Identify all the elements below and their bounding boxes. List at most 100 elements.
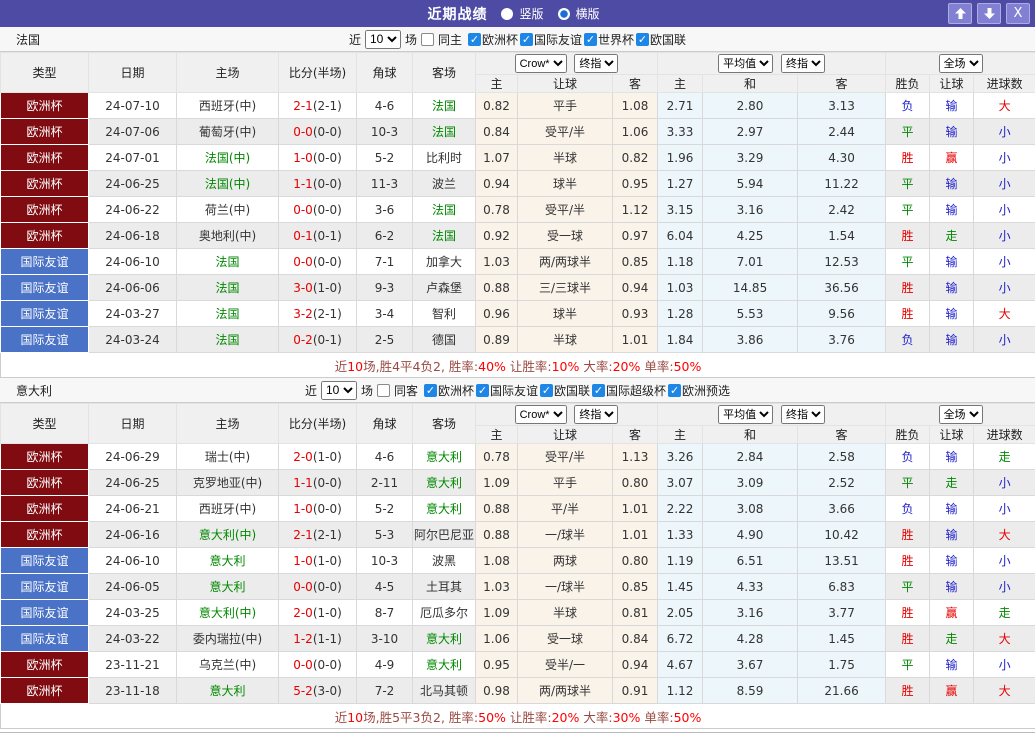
recent-count-select[interactable]: 10	[321, 381, 357, 400]
close-button[interactable]: X	[1006, 3, 1030, 24]
away-handicap-odds: 0.80	[613, 548, 658, 574]
competition-checkbox[interactable]: ✓	[584, 33, 597, 46]
vertical-layout-label[interactable]: 竖版	[519, 5, 543, 22]
result-goals: 小	[974, 327, 1035, 353]
avg-home-odds: 1.96	[658, 145, 703, 171]
home-team: 法国	[177, 301, 279, 327]
result-winlose: 平	[886, 652, 930, 678]
result-scope-select[interactable]: 全场	[939, 54, 983, 73]
odds-time-select[interactable]: 终指	[574, 405, 618, 424]
same-venue-label[interactable]: 同主	[438, 31, 462, 48]
same-venue-checkbox[interactable]	[421, 33, 434, 46]
filter-bar: 法国 近 10 场 同主 ✓欧洲杯✓国际友谊✓世界杯✓欧国联	[0, 27, 1035, 52]
competition-label[interactable]: 欧洲杯	[438, 382, 474, 399]
competition-filter[interactable]: ✓国际友谊	[520, 31, 582, 48]
result-winlose: 胜	[886, 600, 930, 626]
horizontal-layout-radio[interactable]	[558, 8, 570, 20]
move-up-button[interactable]	[948, 3, 972, 24]
home-team: 法国	[177, 249, 279, 275]
move-down-button[interactable]	[977, 3, 1001, 24]
same-venue-checkbox[interactable]	[377, 384, 390, 397]
col-avg-home: 主	[658, 426, 703, 444]
result-goals: 小	[974, 197, 1035, 223]
competition-label[interactable]: 欧国联	[554, 382, 590, 399]
odds-time-select[interactable]: 终指	[574, 54, 618, 73]
avg-away-odds: 6.83	[798, 574, 886, 600]
titlebar: 近期战绩 竖版 横版 X	[0, 0, 1035, 27]
summary-value: 10	[347, 710, 363, 725]
away-handicap-odds: 0.84	[613, 626, 658, 652]
competition-checkbox[interactable]: ✓	[468, 33, 481, 46]
competition-checkbox[interactable]: ✓	[424, 384, 437, 397]
avg-draw-odds: 5.94	[703, 171, 798, 197]
table-row: 国际友谊 24-03-27 法国 3-2(2-1) 3-4 智利 0.96 球半…	[1, 301, 1035, 327]
competition-filter[interactable]: ✓欧国联	[540, 382, 590, 399]
competition-label[interactable]: 欧国联	[650, 31, 686, 48]
table-row: 欧洲杯 24-07-06 葡萄牙(中) 0-0(0-0) 10-3 法国 0.8…	[1, 119, 1035, 145]
corner-score: 3-10	[357, 626, 413, 652]
home-team: 意大利(中)	[177, 600, 279, 626]
result-handicap: 输	[930, 496, 974, 522]
odds-source-select[interactable]: Crow*	[515, 54, 567, 73]
competition-filter[interactable]: ✓世界杯	[584, 31, 634, 48]
competition-checkbox[interactable]: ✓	[668, 384, 681, 397]
competition-checkbox[interactable]: ✓	[592, 384, 605, 397]
result-handicap: 输	[930, 652, 974, 678]
horizontal-layout-label[interactable]: 横版	[576, 5, 600, 22]
result-scope-select[interactable]: 全场	[939, 405, 983, 424]
competition-filter[interactable]: ✓国际超级杯	[592, 382, 666, 399]
competition-checkbox[interactable]: ✓	[520, 33, 533, 46]
avg-source-select[interactable]: 平均值	[718, 405, 773, 424]
result-winlose: 平	[886, 470, 930, 496]
competition-filter[interactable]: ✓欧洲预选	[668, 382, 730, 399]
vertical-layout-radio[interactable]	[501, 8, 513, 20]
competition-filter[interactable]: ✓国际友谊	[476, 382, 538, 399]
avg-time-select[interactable]: 终指	[781, 405, 825, 424]
result-winlose: 平	[886, 171, 930, 197]
competition-checkbox[interactable]: ✓	[636, 33, 649, 46]
result-winlose: 胜	[886, 548, 930, 574]
away-team: 卢森堡	[413, 275, 476, 301]
handicap-line: 一/球半	[518, 522, 613, 548]
match-score: 2-1(2-1)	[279, 522, 357, 548]
away-team: 阿尔巴尼亚	[413, 522, 476, 548]
match-type-badge: 欧洲杯	[1, 496, 89, 522]
competition-checkbox[interactable]: ✓	[540, 384, 553, 397]
home-handicap-odds: 0.89	[476, 327, 518, 353]
match-date: 24-06-29	[89, 444, 177, 470]
competition-label[interactable]: 欧洲预选	[682, 382, 730, 399]
result-winlose: 平	[886, 249, 930, 275]
corner-score: 2-11	[357, 470, 413, 496]
avg-source-select[interactable]: 平均值	[718, 54, 773, 73]
col-avg-away: 客	[798, 426, 886, 444]
team-name: 法国	[16, 31, 40, 48]
home-handicap-odds: 1.09	[476, 600, 518, 626]
competition-label[interactable]: 世界杯	[598, 31, 634, 48]
competition-checkbox[interactable]: ✓	[476, 384, 489, 397]
summary-label: 大率:	[579, 359, 612, 374]
competition-label[interactable]: 国际友谊	[490, 382, 538, 399]
avg-time-select[interactable]: 终指	[781, 54, 825, 73]
summary-label: 单率:	[640, 359, 673, 374]
competition-label[interactable]: 国际超级杯	[606, 382, 666, 399]
col-odds-away: 客	[613, 426, 658, 444]
summary-label: 单率:	[640, 710, 673, 725]
away-team: 意大利	[413, 444, 476, 470]
home-handicap-odds: 0.88	[476, 522, 518, 548]
same-venue-label[interactable]: 同客	[394, 382, 418, 399]
col-home: 主场	[177, 53, 279, 93]
competition-label[interactable]: 国际友谊	[534, 31, 582, 48]
match-table-body: 欧洲杯 24-07-10 西班牙(中) 2-1(2-1) 4-6 法国 0.82…	[1, 93, 1035, 353]
competition-filter[interactable]: ✓欧洲杯	[424, 382, 474, 399]
competition-filter[interactable]: ✓欧洲杯	[468, 31, 518, 48]
recent-count-select[interactable]: 10	[365, 30, 401, 49]
away-handicap-odds: 0.81	[613, 600, 658, 626]
home-handicap-odds: 0.92	[476, 223, 518, 249]
match-score: 2-0(1-0)	[279, 444, 357, 470]
odds-source-select[interactable]: Crow*	[515, 405, 567, 424]
competition-filter[interactable]: ✓欧国联	[636, 31, 686, 48]
table-row: 欧洲杯 24-06-25 克罗地亚(中) 1-1(0-0) 2-11 意大利 1…	[1, 470, 1035, 496]
competition-label[interactable]: 欧洲杯	[482, 31, 518, 48]
result-handicap: 输	[930, 171, 974, 197]
avg-away-odds: 3.77	[798, 600, 886, 626]
